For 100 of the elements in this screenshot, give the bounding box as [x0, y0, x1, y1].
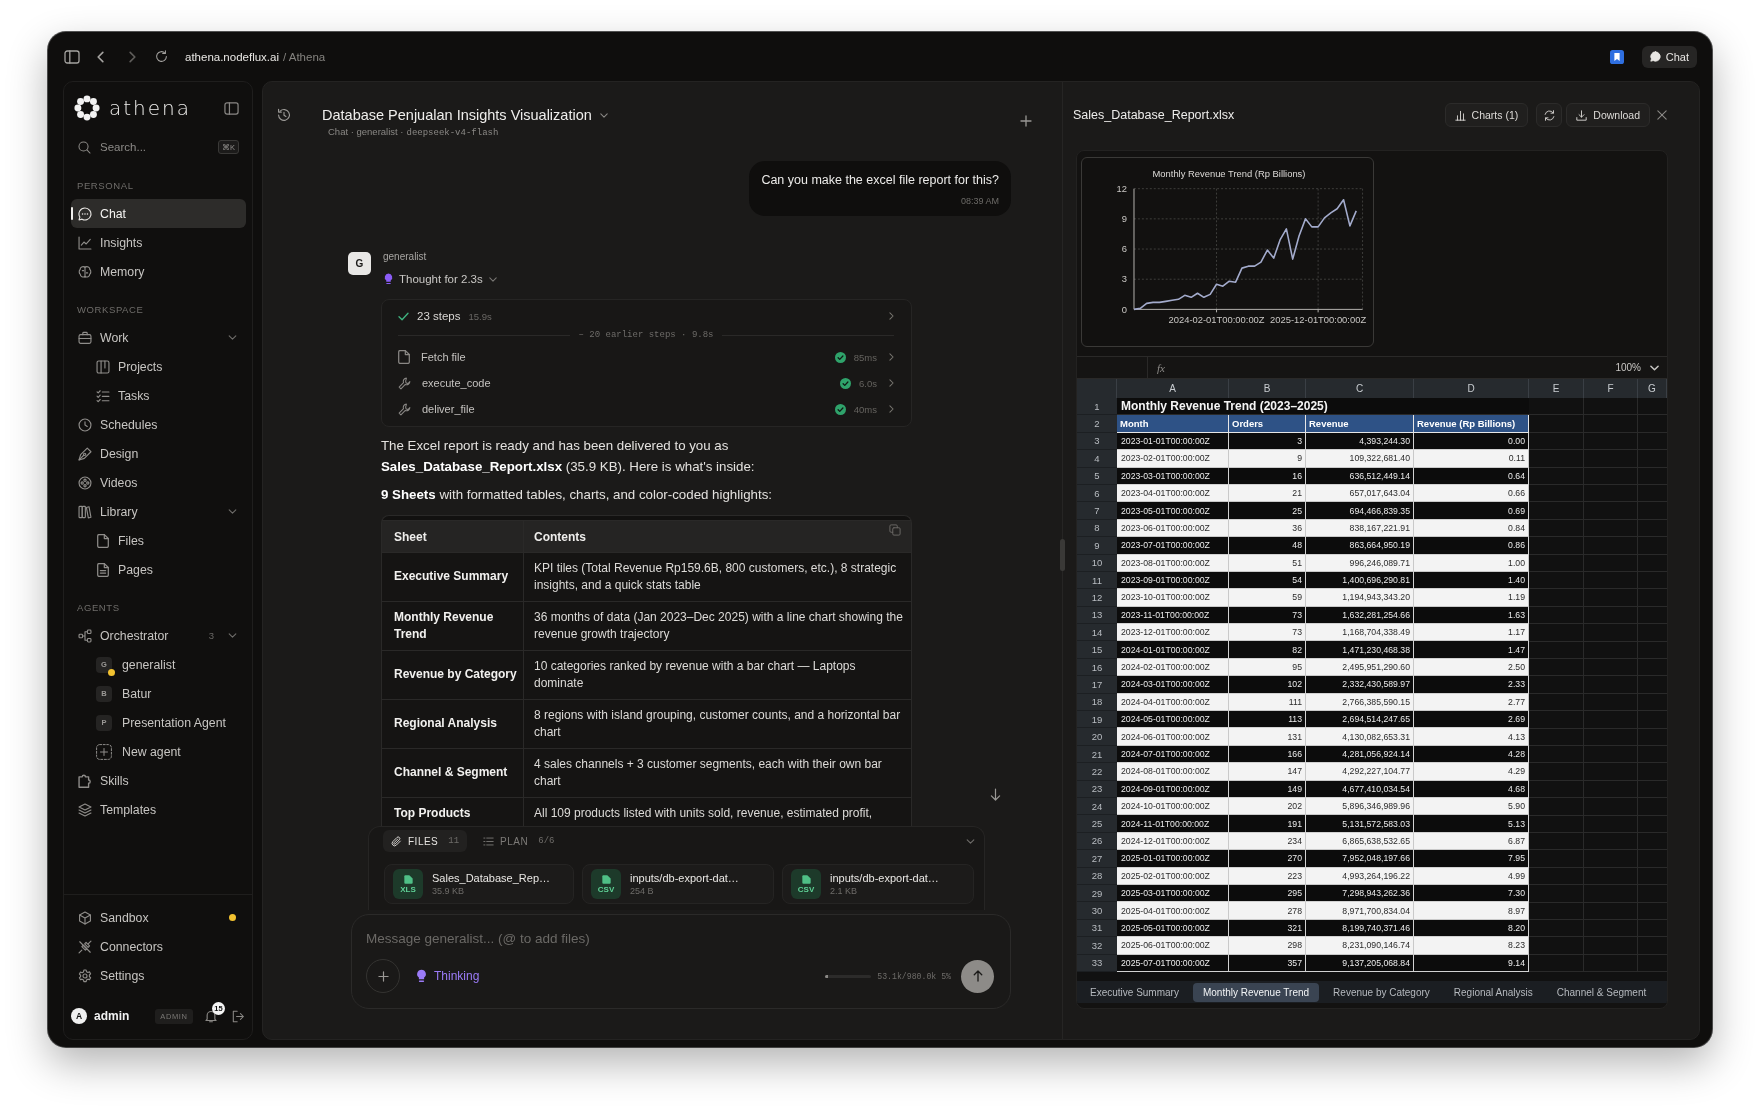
- sheet-cell: 863,664,950.19: [1306, 537, 1414, 555]
- sheet-cell: 102: [1229, 676, 1306, 694]
- list-icon: [483, 835, 495, 847]
- wrench-icon: [398, 376, 411, 390]
- row-number: 2: [1077, 415, 1117, 433]
- chevron-down-icon[interactable]: [966, 838, 975, 844]
- file-icon: [801, 874, 811, 884]
- chevron-down-icon[interactable]: [228, 335, 237, 340]
- sheet-cell: 113: [1229, 711, 1306, 729]
- message-input[interactable]: Message generalist... (@ to add files): [366, 928, 994, 948]
- resize-handle[interactable]: [1060, 539, 1065, 571]
- chevron-right-icon[interactable]: [889, 353, 894, 361]
- row-number: 30: [1077, 902, 1117, 920]
- chevron-right-icon[interactable]: [889, 405, 894, 413]
- sheet-tab[interactable]: Revenue by Category: [1323, 982, 1440, 1002]
- sheet-tab[interactable]: Monthly Revenue Trend: [1192, 982, 1320, 1002]
- file-card[interactable]: XLS Sales_Database_Rep… 35.9 KB: [384, 864, 574, 904]
- panel-tab[interactable]: FILES 11: [383, 830, 468, 852]
- sidebar-item[interactable]: Memory: [71, 257, 246, 286]
- sheet-cell: 4.29: [1414, 763, 1529, 781]
- chevron-down-icon: [1650, 364, 1659, 371]
- earlier-steps-label[interactable]: – 20 earlier steps · 9.8s: [578, 330, 714, 340]
- chevron-down-icon: [488, 276, 497, 282]
- x-tick-label: 2024-02-01T00:00:00Z: [1168, 314, 1265, 326]
- plus-icon[interactable]: [1020, 115, 1032, 127]
- thought-toggle[interactable]: Thought for 2.3s: [384, 269, 497, 289]
- column-header[interactable]: G: [1638, 379, 1667, 398]
- chat-button[interactable]: Chat: [1641, 45, 1697, 68]
- bookmark-icon[interactable]: [1609, 49, 1624, 64]
- tab-count: 11: [448, 836, 460, 846]
- x-tick-label: 2025-12-01T00:00:00Z: [1270, 314, 1367, 326]
- logout-icon[interactable]: [232, 1009, 245, 1023]
- sidebar-item[interactable]: Templates: [71, 795, 246, 824]
- sidebar-collapse-icon[interactable]: [224, 100, 239, 116]
- response-text: 9 Sheets with formatted tables, charts, and color-coded highlights:: [381, 486, 773, 504]
- sheet-cell: 73: [1229, 624, 1306, 642]
- clock-icon: [78, 417, 92, 432]
- close-button[interactable]: [1657, 110, 1667, 120]
- chevron-down-icon[interactable]: [228, 633, 237, 638]
- sheet-tab[interactable]: Executive Summary: [1080, 982, 1189, 1002]
- sidebar-item[interactable]: Insights: [71, 228, 246, 257]
- sidebar-toggle-icon[interactable]: [64, 48, 80, 65]
- sidebar-item[interactable]: Work: [71, 323, 228, 352]
- sheet-tab[interactable]: Regional Analysis: [1443, 982, 1543, 1002]
- search-field[interactable]: Search...: [100, 141, 209, 153]
- reload-icon[interactable]: [155, 50, 168, 63]
- chat-title[interactable]: Database Penjualan Insights Visualization: [322, 106, 592, 124]
- sheet-cell: 191: [1229, 815, 1306, 833]
- line-chart-icon: [78, 235, 92, 250]
- history-icon[interactable]: [277, 108, 291, 122]
- chevron-down-icon[interactable]: [228, 509, 237, 514]
- sidebar-item[interactable]: Orchestrator: [71, 621, 209, 650]
- chart-title: Monthly Revenue Trend (Rp Billions): [1152, 167, 1306, 179]
- zoom-select[interactable]: 100%: [1615, 362, 1667, 373]
- chevron-down-icon[interactable]: [599, 112, 608, 118]
- sidebar-item[interactable]: Connectors: [71, 932, 246, 961]
- sidebar-item[interactable]: Library: [71, 497, 228, 526]
- column-header[interactable]: E: [1529, 379, 1584, 398]
- sheet-tab[interactable]: Channel & Segment: [1546, 982, 1657, 1002]
- bar-chart-icon: [1454, 109, 1466, 121]
- row-number: 15: [1077, 641, 1117, 659]
- file-card[interactable]: CSV inputs/db-export-dat… 2.1 KB: [782, 864, 974, 904]
- row-number: 1: [1077, 398, 1117, 416]
- chevron-right-icon[interactable]: [889, 312, 894, 320]
- chevron-right-icon[interactable]: [889, 379, 894, 387]
- sidebar-item[interactable]: Videos: [71, 468, 246, 497]
- refresh-icon: [1543, 109, 1555, 121]
- sidebar-item[interactable]: Sandbox: [71, 903, 229, 932]
- download-button[interactable]: Download: [1566, 103, 1650, 127]
- panel-tab[interactable]: PLAN 6/6: [475, 830, 563, 852]
- sidebar-item[interactable]: Files: [71, 526, 246, 555]
- section-label: AGENTS: [77, 601, 121, 615]
- bell-icon[interactable]: [204, 1009, 218, 1023]
- sidebar-item[interactable]: Settings: [71, 961, 246, 990]
- lightbulb-icon: [384, 273, 393, 285]
- puzzle-icon: [78, 773, 92, 788]
- row-number: 22: [1077, 763, 1117, 781]
- sidebar-item[interactable]: Schedules: [71, 410, 246, 439]
- row-number: 7: [1077, 502, 1117, 520]
- sidebar-item[interactable]: Projects: [71, 352, 246, 381]
- charts-button[interactable]: Charts (1): [1444, 103, 1529, 127]
- context-usage-text: 53.1k/980.0k 5%: [877, 971, 951, 981]
- sidebar-item[interactable]: Chat: [71, 199, 246, 228]
- sidebar-item[interactable]: New agent: [71, 737, 246, 766]
- column-header[interactable]: F: [1584, 379, 1638, 398]
- message-time: 08:39 AM: [959, 195, 999, 207]
- url-host[interactable]: athena.nodeflux.ai: [185, 50, 279, 63]
- send-button[interactable]: [961, 959, 994, 993]
- sidebar-item[interactable]: Skills: [71, 766, 246, 795]
- file-card[interactable]: CSV inputs/db-export-dat… 254 B: [582, 864, 774, 904]
- thinking-toggle[interactable]: Thinking: [416, 969, 480, 983]
- sidebar-item[interactable]: Design: [71, 439, 246, 468]
- sheet-title-cell: Monthly Revenue Trend (2023–2025): [1117, 398, 1529, 416]
- row-number: 25: [1077, 815, 1117, 833]
- sidebar-item[interactable]: Tasks: [71, 381, 246, 410]
- sidebar-item[interactable]: Pages: [71, 555, 246, 584]
- user-avatar[interactable]: A: [71, 1008, 87, 1024]
- brand-name: athena: [109, 95, 191, 122]
- y-tick-label: 3: [1121, 273, 1128, 285]
- refresh-button[interactable]: [1536, 103, 1563, 127]
